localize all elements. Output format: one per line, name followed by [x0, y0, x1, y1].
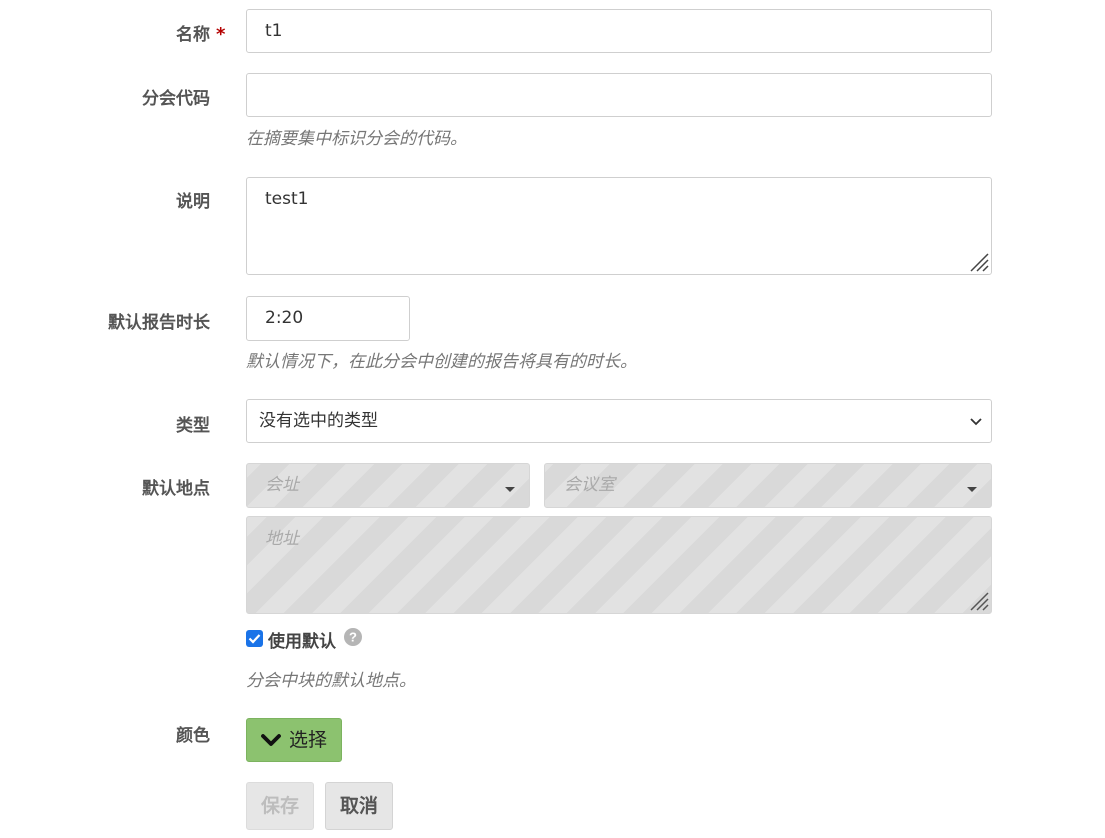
type-selected-value: 没有选中的类型: [259, 411, 378, 431]
caret-down-icon: [967, 487, 977, 492]
code-input[interactable]: [246, 73, 992, 117]
required-marker: *: [216, 24, 226, 45]
duration-input[interactable]: 2:20: [246, 296, 410, 341]
chevron-down-icon: [261, 734, 281, 746]
description-textarea[interactable]: test1: [246, 177, 992, 275]
use-default-checkbox[interactable]: [246, 630, 263, 647]
duration-value: 2:20: [265, 308, 304, 328]
save-button[interactable]: 保存: [246, 782, 314, 830]
address-placeholder: 地址: [265, 529, 299, 549]
address-textarea: 地址: [246, 516, 992, 614]
location-help-text: 分会中块的默认地点。: [246, 671, 416, 691]
resize-handle-icon[interactable]: [969, 252, 989, 272]
name-input-value: t1: [265, 21, 283, 41]
venue-select: 会址: [246, 463, 530, 508]
description-label: 说明: [176, 192, 210, 212]
use-default-label[interactable]: 使用默认: [268, 627, 336, 652]
color-button-label: 选择: [289, 729, 328, 751]
code-label: 分会代码: [142, 89, 210, 109]
caret-down-icon: [505, 487, 515, 492]
duration-label: 默认报告时长: [108, 313, 210, 333]
name-label: 名称: [176, 25, 210, 45]
cancel-button[interactable]: 取消: [325, 782, 393, 830]
help-icon[interactable]: ?: [344, 628, 362, 646]
checkmark-icon: [248, 634, 261, 644]
type-select[interactable]: 没有选中的类型: [246, 399, 992, 443]
venue-placeholder: 会址: [265, 475, 299, 495]
code-help-text: 在摘要集中标识分会的代码。: [246, 129, 467, 149]
duration-help-text: 默认情况下，在此分会中创建的报告将具有的时长。: [246, 352, 637, 372]
svg-text:?: ?: [349, 630, 357, 645]
color-picker-button[interactable]: 选择: [246, 718, 342, 762]
type-label: 类型: [176, 416, 210, 436]
chevron-down-icon: [970, 418, 982, 426]
color-label: 颜色: [176, 726, 210, 746]
location-label: 默认地点: [142, 479, 210, 499]
resize-handle-icon: [970, 592, 989, 611]
room-select: 会议室: [544, 463, 992, 508]
room-placeholder: 会议室: [564, 475, 615, 495]
description-value: test1: [265, 189, 309, 209]
name-input[interactable]: t1: [246, 9, 992, 53]
